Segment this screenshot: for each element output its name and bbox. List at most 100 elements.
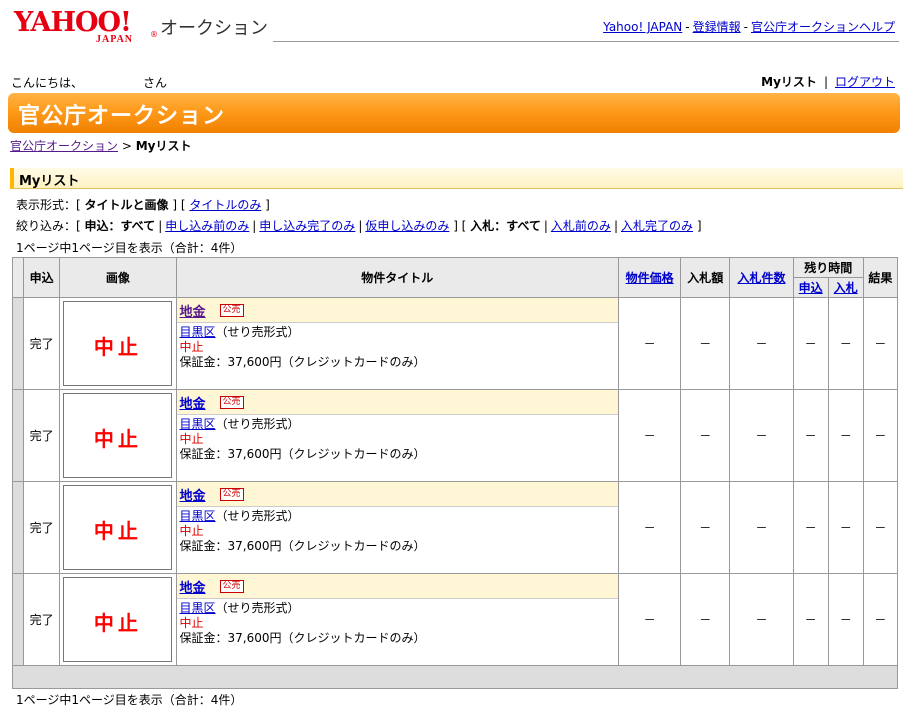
result-value: － <box>862 481 899 574</box>
area-link[interactable]: 目黒区 <box>180 325 216 339</box>
col-title: 物件タイトル <box>175 257 620 298</box>
col-rem-bid[interactable]: 入札 <box>827 277 864 298</box>
sort-rem-apply-link[interactable]: 申込 <box>799 281 823 295</box>
filter-apply-before[interactable]: 申し込み前のみ <box>165 219 249 233</box>
image-stop-text: 中止 <box>93 519 142 543</box>
sort-bid-count-link[interactable]: 入札件数 <box>737 271 785 285</box>
col-bid-count[interactable]: 入札件数 <box>729 257 794 298</box>
col-remaining: 残り時間 <box>792 257 864 278</box>
mylist-table: 申込 画像 物件タイトル 物件価格 入札額 入札件数 残り時間 結果 申込 入札… <box>11 257 899 689</box>
rem-apply-value: － <box>792 573 829 666</box>
filter-bid-before[interactable]: 入札前のみ <box>551 219 611 233</box>
image-cell: 中止 <box>59 573 177 666</box>
greeting: こんにちは、 さん <box>11 74 167 91</box>
table-footer-cell <box>12 665 898 689</box>
koubai-badge: 公売 <box>219 304 244 317</box>
area-line: 目黒区（せり売形式） <box>180 417 615 432</box>
result-value: － <box>862 297 899 390</box>
area-link[interactable]: 目黒区 <box>180 417 216 431</box>
image-stop-text: 中止 <box>93 611 142 635</box>
greeting-san: さん <box>143 76 168 90</box>
area-link[interactable]: 目黒区 <box>180 509 216 523</box>
filter-apply-all: 申込：すべて <box>84 219 156 233</box>
separator: | <box>158 219 163 233</box>
greeting-text: こんにちは、 <box>11 76 84 90</box>
row-stripe <box>11 297 25 390</box>
col-price[interactable]: 物件価格 <box>618 257 682 298</box>
site-name: オークション <box>160 18 268 39</box>
breadcrumb-home-link[interactable]: 官公庁オークション <box>10 139 118 153</box>
filter-end: ] <box>693 219 702 233</box>
separator: | <box>543 219 548 233</box>
help-link[interactable]: 官公庁オークションヘルプ <box>751 20 895 34</box>
rem-apply-value: － <box>792 297 829 390</box>
filter-apply-done[interactable]: 申し込み完了のみ <box>259 219 355 233</box>
table-row: 完了 中止 地金 公売 目黒区（せり売形式） 中止 保証金：37,600円（クレジ… <box>11 297 899 390</box>
col-result: 結果 <box>862 257 899 298</box>
area-link[interactable]: 目黒区 <box>180 601 216 615</box>
sort-rem-bid-link[interactable]: 入札 <box>834 281 858 295</box>
separator: | <box>358 219 363 233</box>
deposit-text: 保証金：37,600円（クレジットカードのみ） <box>179 447 426 461</box>
user-nav: Myリスト | ログアウト <box>761 73 895 90</box>
title-head: 地金 公売 <box>176 390 619 415</box>
apply-status: 完了 <box>23 297 61 390</box>
row-stripe <box>11 573 25 666</box>
filter-bid-all: 入札：すべて <box>470 219 541 233</box>
section-title: Myリスト <box>19 174 80 189</box>
rem-apply-value: － <box>792 389 829 482</box>
bid-count-value: － <box>729 573 794 666</box>
display-label: 表示形式：[ <box>16 198 85 212</box>
filter-apply-tentative[interactable]: 仮申し込みのみ <box>365 219 449 233</box>
title-cell: 地金 公売 目黒区（せり売形式） 中止 保証金：37,600円（クレジットカードの… <box>175 389 620 482</box>
top-links: Yahoo! JAPAN - 登録情報 - 官公庁オークションヘルプ <box>603 18 895 35</box>
result-value: － <box>862 573 899 666</box>
yahoo-japan-link[interactable]: Yahoo! JAPAN <box>603 20 682 34</box>
state-text: 中止 <box>179 524 204 538</box>
title-cell: 地金 公売 目黒区（せり売形式） 中止 保証金：37,600円（クレジットカードの… <box>175 573 620 666</box>
logout-link[interactable]: ログアウト <box>835 75 895 89</box>
display-option-title-only[interactable]: タイトルのみ <box>189 198 261 212</box>
yahoo-japan-logo[interactable]: YAHOO! JAPAN ® <box>14 8 158 50</box>
mylist-label: Myリスト <box>761 75 817 89</box>
property-title-link[interactable]: 地金 <box>180 393 206 412</box>
item-image[interactable]: 中止 <box>63 485 173 570</box>
page-banner: 官公庁オークション <box>8 93 900 133</box>
price-value: － <box>618 481 682 574</box>
title-cell: 地金 公売 目黒区（せり売形式） 中止 保証金：37,600円（クレジットカードの… <box>175 481 620 574</box>
koubai-badge: 公売 <box>219 488 244 501</box>
page-info-top: 1ページ中1ページ目を表示（合計：4件） <box>16 241 243 255</box>
account-info-link[interactable]: 登録情報 <box>693 20 741 34</box>
item-image[interactable]: 中止 <box>63 393 173 478</box>
filter-bid-done[interactable]: 入札完了のみ <box>621 219 693 233</box>
col-rem-apply[interactable]: 申込 <box>792 277 829 298</box>
bid-amount-value: － <box>680 297 731 390</box>
image-stop-text: 中止 <box>93 335 142 359</box>
bid-count-value: － <box>729 297 794 390</box>
title-cell: 地金 公売 目黒区（せり売形式） 中止 保証金：37,600円（クレジットカードの… <box>175 297 620 390</box>
title-head: 地金 公売 <box>176 574 619 599</box>
breadcrumb-current: Myリスト <box>135 139 192 153</box>
section-header: Myリスト <box>10 168 903 189</box>
logo-sub: JAPAN <box>96 34 134 45</box>
item-image[interactable]: 中止 <box>63 301 173 386</box>
separator: - <box>685 20 690 34</box>
format-text: （せり売形式） <box>215 601 300 615</box>
rem-bid-value: － <box>827 573 864 666</box>
col-apply: 申込 <box>23 257 61 298</box>
property-title-link[interactable]: 地金 <box>180 301 206 320</box>
display-format: 表示形式：[ タイトルと画像 ] [ タイトルのみ ] <box>16 196 270 213</box>
property-title-link[interactable]: 地金 <box>180 577 206 596</box>
image-cell: 中止 <box>59 481 177 574</box>
bid-count-value: － <box>729 481 794 574</box>
item-image[interactable]: 中止 <box>63 577 173 662</box>
area-line: 目黒区（せり売形式） <box>180 325 615 340</box>
table-row: 完了 中止 地金 公売 目黒区（せり売形式） 中止 保証金：37,600円（クレジ… <box>11 389 899 482</box>
rem-apply-value: － <box>792 481 829 574</box>
area-line: 目黒区（せり売形式） <box>180 601 615 616</box>
format-text: （せり売形式） <box>215 417 300 431</box>
sort-price-link[interactable]: 物件価格 <box>626 271 674 285</box>
page-info-bottom: 1ページ中1ページ目を表示（合計：4件） <box>16 693 243 707</box>
property-title-link[interactable]: 地金 <box>180 485 206 504</box>
rem-bid-value: － <box>827 297 864 390</box>
